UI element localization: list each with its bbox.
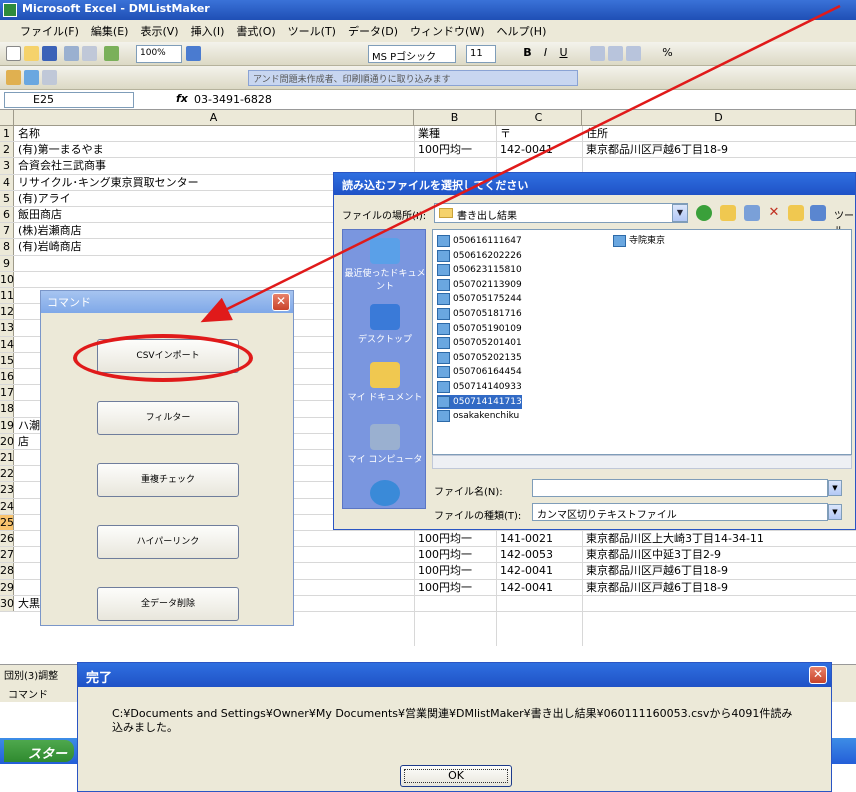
annotation-ellipse xyxy=(73,334,253,382)
complete-message: C:¥Documents and Settings¥Owner¥My Docum… xyxy=(112,707,793,734)
ok-button[interactable]: OK xyxy=(400,765,512,787)
complete-dialog-title-bar: 完了 ✕ xyxy=(78,663,831,687)
complete-dialog-title: 完了 xyxy=(86,671,113,686)
close-icon[interactable]: ✕ xyxy=(809,666,827,684)
annotation-arrow xyxy=(200,4,841,323)
complete-dialog: 完了 ✕ C:¥Documents and Settings¥Owner¥My … xyxy=(77,662,832,792)
